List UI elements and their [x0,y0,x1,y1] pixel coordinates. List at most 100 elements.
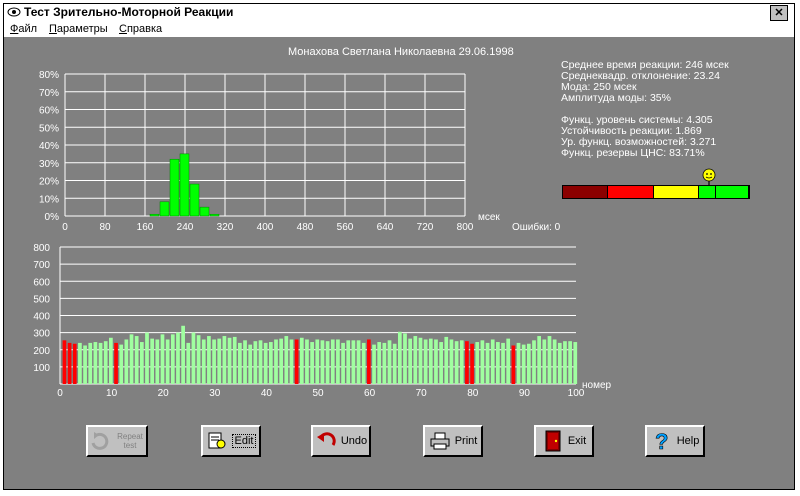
series-bar [439,342,443,384]
series-bar [387,340,392,384]
hist-x-tick: 80 [99,222,111,233]
subject-header: Монахова Светлана Николаевна 29.06.1998 [288,46,514,58]
scale-segment [699,186,716,198]
smiley-marker-icon [702,168,716,186]
series-bar [284,336,289,384]
series-bar [196,335,201,384]
help-button[interactable]: ? Help [645,425,705,457]
series-bar [444,336,449,384]
hist-bar [199,206,210,217]
undo-button[interactable]: Undo [311,425,371,457]
repeat-label: Repeat test [117,432,143,450]
series-bar [109,337,113,384]
series-bar [563,341,567,384]
hist-x-tick: 320 [217,222,234,233]
series-bar [382,342,387,384]
series-bar [485,342,490,384]
series-bar [191,332,196,384]
error-bar [367,339,371,384]
app-window: Тест Зрительно-Моторной Реакции ✕ Файл П… [3,3,795,490]
print-button[interactable]: Print [423,425,483,457]
series-bar [537,336,542,384]
series-bar [315,339,320,384]
series-bar [356,340,361,384]
series-bar [521,344,526,384]
series-bar [207,336,211,384]
hist-y-tick: 50% [39,123,59,134]
series-x-tick: 60 [364,388,376,398]
hist-y-tick: 30% [39,159,59,170]
error-bar [67,342,72,384]
edit-button[interactable]: Edit [201,425,261,457]
undo-icon [315,430,337,452]
series-bar [423,339,428,384]
hist-bar [189,183,200,217]
reserve-scale [562,185,750,199]
hist-x-tick: 800 [457,222,474,233]
title-bar[interactable]: Тест Зрительно-Моторной Реакции ✕ [4,4,794,22]
menu-file[interactable]: Файл [10,23,37,35]
stat-mode-amplitude: Амплитуда моды: 35% [561,92,671,104]
series-bar [98,342,103,384]
series-bar [232,336,237,384]
series-bar [150,338,155,384]
series-bar [103,341,108,384]
exit-button[interactable]: Exit [534,425,594,457]
series-x-tick: 70 [416,388,428,398]
error-bar [511,345,516,384]
help-label: Help [676,435,700,447]
series-bar [243,340,247,384]
series-x-tick: 80 [467,388,479,398]
scale-segment [715,186,749,198]
menu-bar: Файл Параметры Справка [4,22,794,37]
series-bar [201,339,206,384]
series-bar [78,342,82,384]
series-bar [496,342,500,384]
series-bar [248,344,253,384]
menu-parameters[interactable]: Параметры [49,23,108,35]
series-bar [88,342,93,384]
series-bar [526,343,531,384]
histogram-chart: 0% 10% 20% 30% 40% 50% 60% 70% 80% 0 80 160 240 320 40… [39,70,561,233]
series-y-tick: 800 [33,243,50,254]
series-bar [568,341,572,384]
error-bar [465,341,469,384]
hist-y-tick: 20% [39,177,59,188]
series-bar [176,332,180,384]
scale-segment [607,186,654,198]
series-bar [299,337,304,384]
series-x-tick: 0 [57,388,63,398]
series-bar [186,342,191,384]
series-y-tick: 200 [33,346,50,357]
series-x-tick: 30 [209,388,221,398]
series-bar [475,342,480,384]
hist-x-tick: 720 [417,222,434,233]
series-bar [480,340,485,384]
close-button[interactable]: ✕ [770,5,788,21]
series-y-tick: 100 [33,363,50,374]
hist-y-tick: 40% [39,141,59,152]
series-y-tick: 600 [33,277,50,288]
series-bar [139,342,144,384]
series-y-tick: 400 [33,312,50,323]
hist-y-tick: 80% [39,70,59,81]
hist-bar [209,213,220,217]
series-bar [403,333,407,384]
series-bar [320,340,325,384]
series-bar [181,325,185,384]
series-bar [506,338,511,384]
series-bar [459,340,464,384]
hist-bar [159,201,170,217]
repeat-test-button[interactable]: Repeat test [86,425,148,457]
scale-segment [563,186,608,198]
error-bar [62,340,67,384]
series-bar [454,341,459,384]
series-x-tick: 40 [261,388,273,398]
menu-help[interactable]: Справка [119,23,162,35]
exit-label: Exit [567,435,587,447]
hist-x-tick: 160 [137,222,154,233]
series-bar [289,339,294,384]
series-bar [346,340,351,384]
stat-reserves: Функц. резервы ЦНС: 83.71% [561,147,705,159]
series-bar [155,339,160,384]
